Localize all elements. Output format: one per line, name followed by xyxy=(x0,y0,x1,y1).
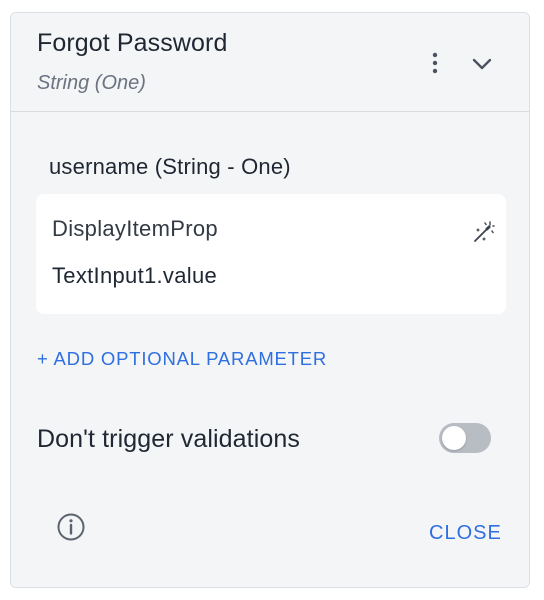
chevron-down-icon[interactable] xyxy=(469,51,495,77)
parameter-value: TextInput1.value xyxy=(52,263,218,288)
info-icon[interactable] xyxy=(56,512,86,542)
panel-title: Forgot Password xyxy=(37,29,228,57)
panel-header: Forgot Password String (One) xyxy=(11,13,529,112)
parameter-label: username (String - One) xyxy=(49,154,291,179)
parameter-type: DisplayItemProp xyxy=(52,216,218,241)
validations-toggle-label: Don't trigger validations xyxy=(37,425,300,453)
validations-toggle[interactable] xyxy=(439,423,491,453)
parameter-value-field[interactable]: DisplayItemProp TextInput1.value xyxy=(36,194,506,314)
add-optional-parameter-link[interactable]: + ADD OPTIONAL PARAMETER xyxy=(37,348,327,370)
toggle-knob xyxy=(442,426,466,450)
magic-wand-icon[interactable] xyxy=(472,220,496,244)
close-button[interactable]: CLOSE xyxy=(429,522,502,545)
panel-body: username (String - One) DisplayItemProp xyxy=(11,112,529,587)
more-vertical-icon[interactable] xyxy=(425,51,445,77)
action-panel: Forgot Password String (One) username (S… xyxy=(10,12,530,588)
panel-subtitle: String (One) xyxy=(37,72,146,94)
